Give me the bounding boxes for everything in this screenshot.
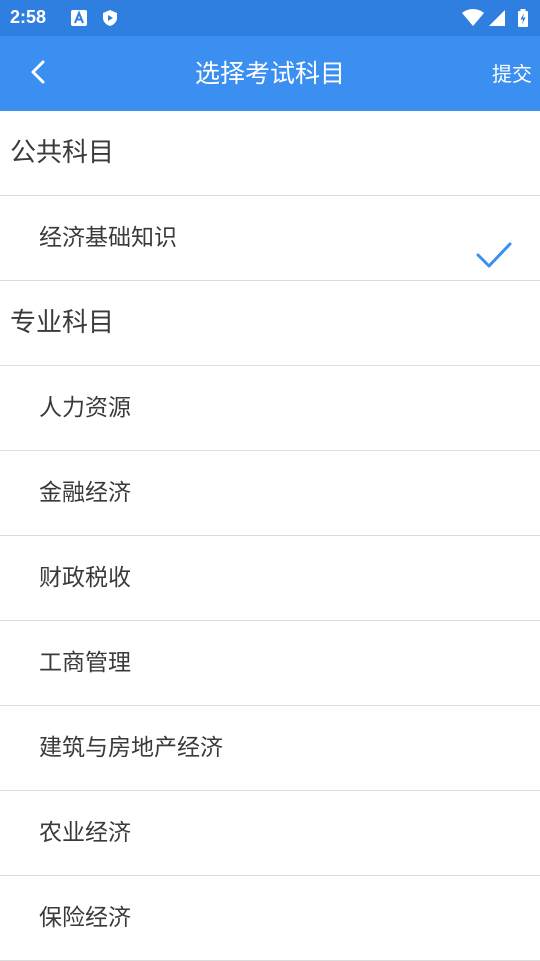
subject-item[interactable]: 财政税收	[0, 536, 540, 621]
subject-label: 保险经济	[39, 905, 131, 931]
shield-icon	[101, 9, 119, 27]
subject-list: 公共科目 经济基础知识 专业科目 人力资源 金融经济 财政税收 工商管理 建筑与…	[0, 111, 540, 961]
chevron-left-icon	[28, 58, 48, 90]
subject-label: 建筑与房地产经济	[39, 735, 223, 761]
a-notification-icon	[70, 9, 88, 27]
subject-item[interactable]: 工商管理	[0, 621, 540, 706]
back-button[interactable]	[20, 56, 56, 92]
signal-icon	[488, 9, 506, 27]
app-bar: 选择考试科目 提交	[0, 36, 540, 111]
page-title: 选择考试科目	[194, 59, 345, 88]
subject-label: 人力资源	[39, 395, 131, 421]
wifi-icon	[462, 9, 484, 27]
submit-button[interactable]: 提交	[492, 58, 532, 90]
subject-item[interactable]: 保险经济	[0, 876, 540, 961]
subject-label: 农业经济	[39, 820, 131, 846]
battery-icon	[517, 9, 529, 27]
status-time: 2:58	[10, 7, 47, 27]
subject-label: 工商管理	[39, 650, 131, 676]
subject-item[interactable]: 农业经济	[0, 791, 540, 876]
subject-item[interactable]: 建筑与房地产经济	[0, 706, 540, 791]
section-header-public: 公共科目	[0, 111, 540, 196]
status-bar: 2:58	[0, 0, 540, 36]
subject-label: 经济基础知识	[39, 225, 177, 251]
subject-item[interactable]: 金融经济	[0, 451, 540, 536]
section-header-professional: 专业科目	[0, 281, 540, 366]
subject-item[interactable]: 经济基础知识	[0, 196, 540, 281]
subject-item[interactable]: 人力资源	[0, 366, 540, 451]
subject-label: 财政税收	[39, 565, 131, 591]
check-icon	[476, 221, 512, 268]
subject-label: 金融经济	[39, 480, 131, 506]
